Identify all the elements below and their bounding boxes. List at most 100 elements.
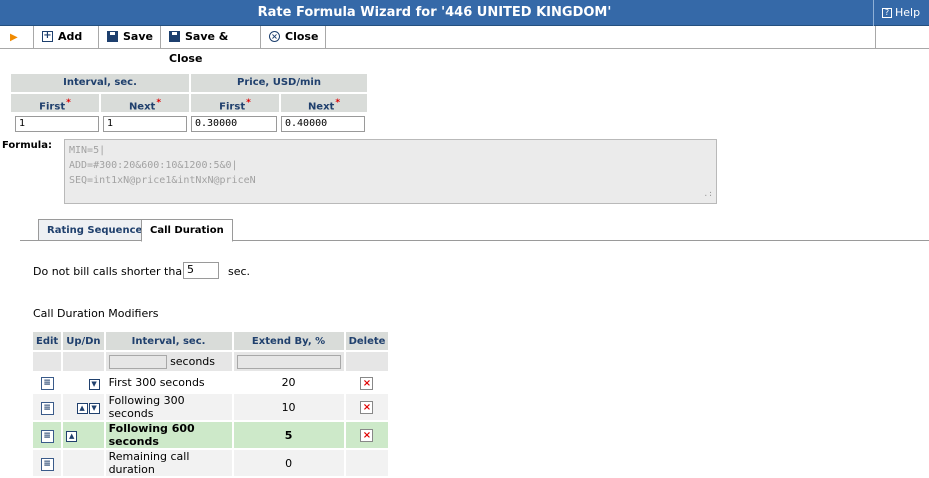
edit-icon[interactable]: ≡ bbox=[40, 429, 54, 443]
filter-cell: seconds bbox=[105, 352, 232, 371]
toolbar-expand-arrow[interactable]: ▶ bbox=[0, 26, 34, 48]
interval-next-header: Next* bbox=[101, 94, 189, 112]
next-label: Next bbox=[128, 101, 156, 113]
edit-icon[interactable]: ≡ bbox=[40, 457, 54, 471]
edit-header: Edit bbox=[33, 332, 62, 350]
price-first-input[interactable]: 0.30000 bbox=[191, 116, 277, 132]
add-button[interactable]: + Add bbox=[34, 26, 99, 48]
table-row: ≡ ▲ ▼ Following 300 seconds 10 × bbox=[33, 394, 389, 420]
edit-cell: ≡ bbox=[33, 394, 62, 420]
interval-next-input[interactable]: 1 bbox=[103, 116, 187, 132]
required-marker: * bbox=[335, 98, 341, 108]
interval-first-header: First* bbox=[11, 94, 99, 112]
required-marker: * bbox=[156, 98, 162, 108]
price-first-header: First* bbox=[191, 94, 279, 112]
extend-cell: 0 bbox=[233, 450, 344, 476]
move-down-icon[interactable]: ▼ bbox=[88, 378, 100, 390]
formula-textarea[interactable]: MIN=5| ADD=#300:20&600:10&1200:5&0| SEQ=… bbox=[64, 139, 717, 204]
add-button-label: Add bbox=[58, 30, 83, 43]
tab-rating-sequence[interactable]: Rating Sequence bbox=[38, 219, 152, 241]
delete-icon[interactable]: × bbox=[360, 429, 374, 442]
interval-first-input[interactable]: 1 bbox=[15, 116, 99, 132]
play-arrow-icon: ▶ bbox=[10, 32, 18, 43]
extend-header: Extend By, % bbox=[233, 332, 344, 350]
save-close-button[interactable]: Save & Close bbox=[161, 26, 261, 65]
add-icon: + bbox=[42, 29, 53, 42]
updn-cell bbox=[63, 450, 104, 476]
filter-cell bbox=[33, 352, 62, 371]
delete-cell: × bbox=[345, 373, 389, 392]
required-marker: * bbox=[66, 98, 71, 108]
formula-line: SEQ=int1xN@price1&intNxN@priceN bbox=[69, 175, 256, 186]
filter-cell bbox=[345, 352, 389, 371]
price-next-input[interactable]: 0.40000 bbox=[281, 116, 365, 132]
filter-cell bbox=[233, 352, 344, 371]
interval-header: Interval, sec. bbox=[11, 74, 189, 92]
filter-unit: seconds bbox=[170, 354, 216, 368]
filter-cell bbox=[63, 352, 104, 371]
edit-cell: ≡ bbox=[33, 373, 62, 392]
close-button-label: Close bbox=[285, 30, 319, 43]
updn-cell: ▲ ▼ bbox=[63, 394, 104, 420]
edit-icon[interactable]: ≡ bbox=[40, 377, 54, 390]
resize-grip-icon[interactable]: .: bbox=[703, 186, 713, 201]
price-next-header: Next* bbox=[281, 94, 367, 112]
interval-cell: Following 600 seconds bbox=[105, 422, 232, 448]
updn-header: Up/Dn bbox=[63, 332, 104, 350]
edit-icon[interactable]: ≡ bbox=[40, 401, 54, 415]
interval-filter-input[interactable] bbox=[108, 354, 167, 369]
edit-cell: ≡ bbox=[33, 450, 62, 476]
interval-cell: Following 300 seconds bbox=[105, 394, 232, 420]
table-row: ≡ ▼ First 300 seconds 20 × bbox=[33, 373, 389, 392]
help-icon: ? bbox=[882, 8, 892, 18]
min-duration-unit: sec. bbox=[228, 265, 251, 278]
delete-icon[interactable]: × bbox=[360, 401, 374, 414]
floppy-disk-icon bbox=[169, 30, 180, 42]
close-circle-icon: × bbox=[269, 30, 280, 42]
delete-cell: × bbox=[345, 394, 389, 420]
help-link[interactable]: ? Help bbox=[873, 0, 929, 26]
help-label: Help bbox=[895, 6, 921, 19]
formula-line: MIN=5| bbox=[69, 145, 106, 156]
delete-header: Delete bbox=[345, 332, 389, 350]
tab-call-duration[interactable]: Call Duration bbox=[141, 219, 233, 242]
required-marker: * bbox=[246, 98, 251, 108]
call-duration-modifiers-table: Edit Up/Dn Interval, sec. Extend By, % D… bbox=[31, 330, 390, 478]
extend-cell: 10 bbox=[233, 394, 344, 420]
floppy-disk-icon bbox=[107, 30, 118, 42]
min-duration-input[interactable]: 5 bbox=[183, 262, 219, 279]
delete-cell bbox=[345, 450, 389, 476]
updn-cell: ▲ bbox=[63, 422, 104, 448]
formula-label: Formula: bbox=[2, 140, 52, 151]
first-label: First bbox=[39, 101, 66, 113]
interval-header: Interval, sec. bbox=[105, 332, 232, 350]
window-title: Rate Formula Wizard for '446 UNITED KING… bbox=[257, 5, 612, 20]
save-button[interactable]: Save bbox=[99, 26, 161, 48]
table-row: ≡ Remaining call duration 0 bbox=[33, 450, 389, 476]
interval-cell: First 300 seconds bbox=[105, 373, 232, 392]
save-button-label: Save bbox=[123, 30, 153, 43]
move-down-icon[interactable]: ▼ bbox=[88, 403, 100, 414]
modifiers-title: Call Duration Modifiers bbox=[33, 307, 159, 320]
interval-cell: Remaining call duration bbox=[105, 450, 232, 476]
toolbar: ▶ + Add Save Save & Close × Close bbox=[0, 26, 929, 65]
delete-cell: × bbox=[345, 422, 389, 448]
first-label: First bbox=[219, 101, 246, 113]
extend-filter-input[interactable] bbox=[236, 354, 341, 369]
table-row-selected: ≡ ▲ Following 600 seconds 5 × bbox=[33, 422, 389, 448]
title-bar: Rate Formula Wizard for '446 UNITED KING… bbox=[0, 0, 929, 26]
extend-cell: 5 bbox=[233, 422, 344, 448]
move-up-icon[interactable]: ▲ bbox=[76, 403, 88, 414]
delete-icon[interactable]: × bbox=[360, 376, 374, 390]
next-label: Next bbox=[307, 101, 335, 113]
formula-line: ADD=#300:20&600:10&1200:5&0| bbox=[69, 160, 238, 171]
close-button[interactable]: × Close bbox=[261, 26, 326, 48]
updn-cell: ▼ bbox=[63, 373, 104, 392]
price-header: Price, USD/min bbox=[191, 74, 367, 92]
edit-cell: ≡ bbox=[33, 422, 62, 448]
extend-cell: 20 bbox=[233, 373, 344, 392]
move-up-icon[interactable]: ▲ bbox=[66, 431, 78, 442]
filter-row: seconds bbox=[33, 352, 389, 371]
min-duration-label: Do not bill calls shorter than bbox=[33, 265, 190, 278]
toolbar-divider bbox=[875, 26, 876, 48]
